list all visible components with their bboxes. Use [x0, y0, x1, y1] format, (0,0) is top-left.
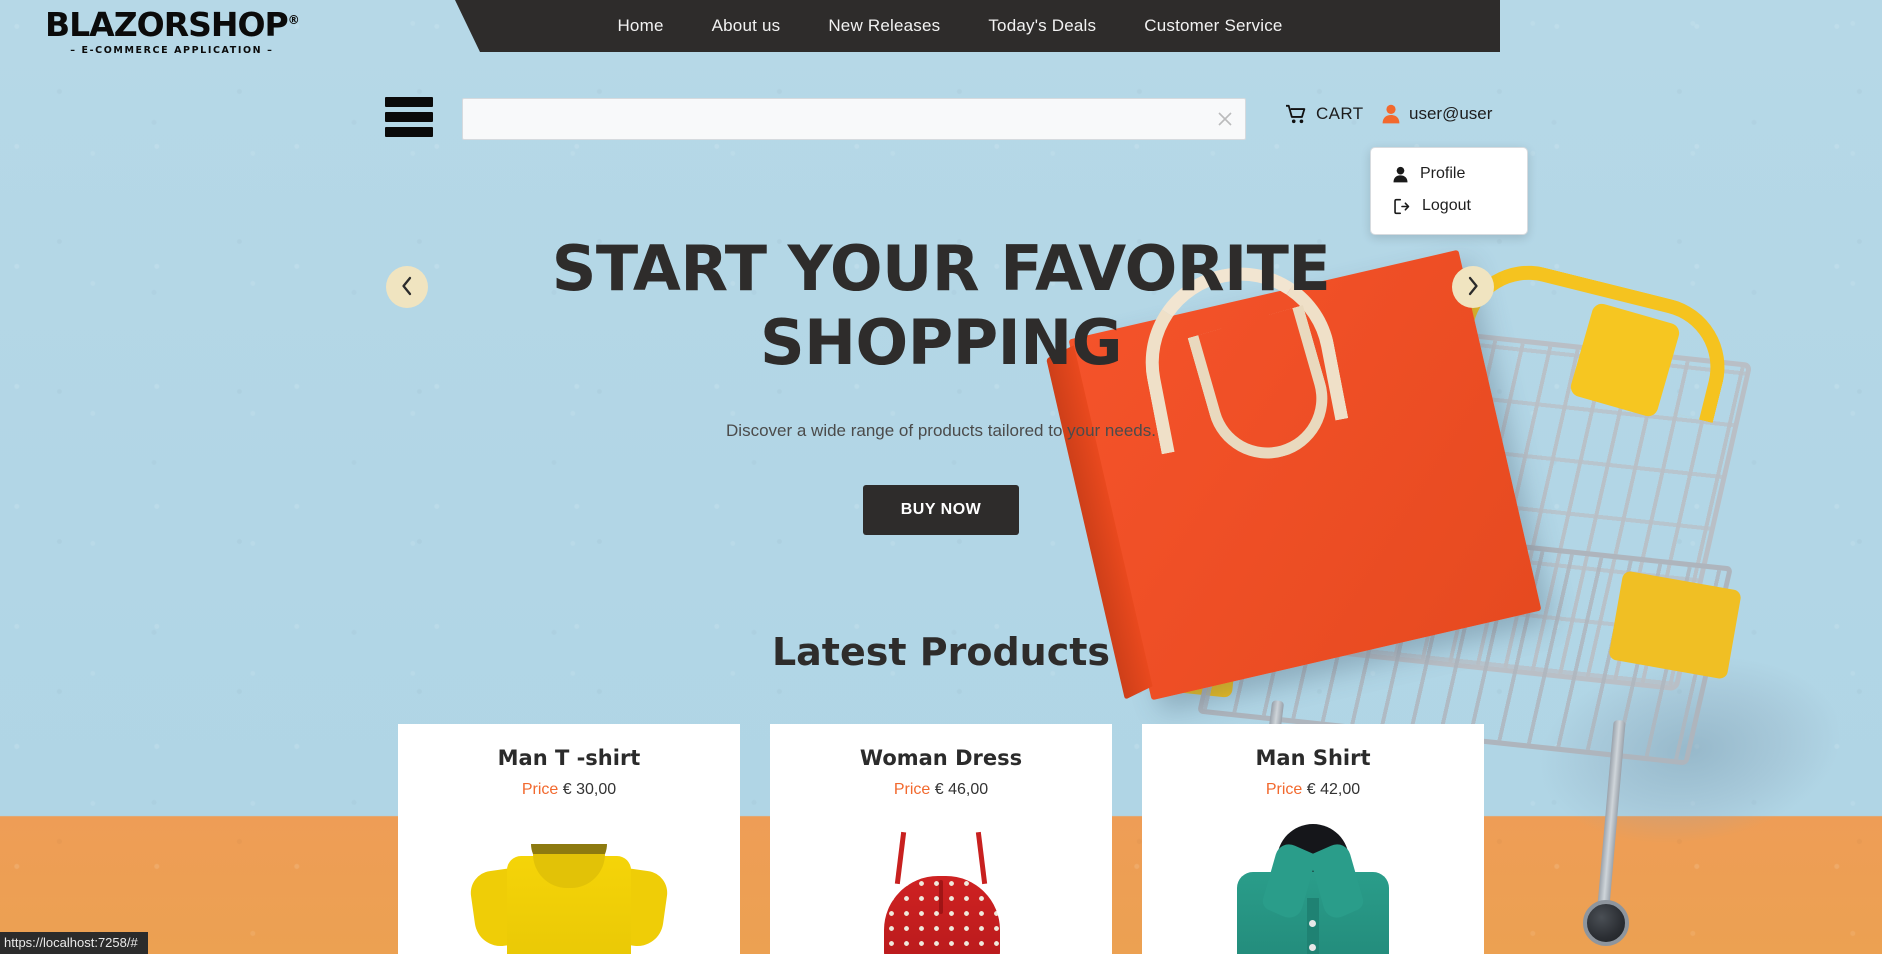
menu-item-profile[interactable]: Profile	[1371, 158, 1527, 190]
nav-links-container: Home About us New Releases Today's Deals…	[617, 16, 1282, 36]
nav-item-new-releases[interactable]: New Releases	[828, 16, 940, 36]
chevron-left-icon	[400, 276, 414, 299]
hamburger-menu-icon[interactable]	[385, 97, 433, 137]
hamburger-bar	[385, 112, 433, 122]
hero-title-line-2: SHOPPING	[760, 306, 1122, 380]
shopping-cart-icon	[1285, 104, 1307, 124]
hamburger-bar	[385, 127, 433, 137]
close-icon[interactable]	[1216, 110, 1234, 128]
hero-subtitle: Discover a wide range of products tailor…	[726, 420, 1156, 440]
search-input[interactable]	[462, 98, 1246, 140]
user-icon	[1382, 104, 1400, 124]
dress-strap-left	[894, 831, 907, 885]
brand-trademark: ®	[287, 13, 300, 27]
user-menu-button[interactable]: user@user	[1382, 104, 1492, 124]
main-navigation-bar: Home About us New Releases Today's Deals…	[455, 0, 1500, 52]
cart-button[interactable]: CART	[1285, 104, 1364, 124]
product-name: Woman Dress	[859, 746, 1023, 770]
product-image-red-dress	[770, 814, 1112, 954]
product-price-label: Price	[1265, 781, 1303, 798]
latest-products-heading: Latest Products	[771, 630, 1111, 674]
user-dropdown-menu: Profile Logout	[1370, 147, 1528, 235]
menu-item-profile-label: Profile	[1420, 165, 1466, 182]
menu-item-logout-label: Logout	[1422, 197, 1471, 214]
hamburger-bar	[385, 97, 433, 107]
product-image-teal-shirt	[1142, 814, 1484, 954]
product-price-value: € 42,00	[1306, 781, 1361, 798]
product-price-label: Price	[521, 781, 559, 798]
product-image-yellow-tshirt	[398, 814, 740, 954]
product-name: Man Shirt	[1255, 746, 1371, 770]
page-root: Home About us New Releases Today's Deals…	[0, 0, 1882, 954]
cart-wheel	[1583, 900, 1629, 946]
sign-out-icon	[1393, 198, 1410, 215]
brand-logo-name: BLAZORSHOP®	[45, 5, 300, 44]
product-card[interactable]: Man T -shirt Price € 30,00	[398, 724, 740, 954]
chevron-right-icon	[1466, 276, 1480, 299]
product-price-label: Price	[893, 781, 931, 798]
dress-strap-right	[975, 831, 988, 885]
product-card[interactable]: Woman Dress Price € 46,00	[770, 724, 1112, 954]
menu-item-logout[interactable]: Logout	[1371, 190, 1527, 222]
shirt-button	[1309, 944, 1316, 951]
shirt-graphic	[1213, 824, 1413, 954]
hero-title: START YOUR FAVORITE SHOPPING	[491, 232, 1391, 381]
brand-logo[interactable]: BLAZORSHOP® – E-COMMERCE APPLICATION –	[45, 5, 300, 56]
hero-section: START YOUR FAVORITE SHOPPING Discover a …	[0, 232, 1882, 535]
dress-center-seam	[939, 880, 943, 914]
browser-status-bar: https://localhost:7258/#	[0, 932, 148, 954]
nav-item-todays-deals[interactable]: Today's Deals	[988, 16, 1096, 36]
nav-item-home[interactable]: Home	[617, 16, 663, 36]
dress-graphic	[846, 831, 1036, 954]
search-container	[462, 98, 1246, 140]
hero-title-line-1: START YOUR FAVORITE	[551, 232, 1331, 305]
brand-tagline: – E-COMMERCE APPLICATION –	[70, 45, 274, 56]
product-price-value: € 46,00	[934, 781, 989, 798]
carousel-prev-button[interactable]	[386, 266, 428, 308]
user-email-label: user@user	[1409, 104, 1493, 123]
product-price: Price € 46,00	[770, 781, 1112, 799]
nav-item-customer-service[interactable]: Customer Service	[1144, 16, 1282, 36]
product-price: Price € 42,00	[1142, 781, 1484, 799]
brand-name-text: BLAZORSHOP	[45, 5, 289, 44]
product-price-value: € 30,00	[562, 781, 617, 798]
nav-item-about-us[interactable]: About us	[712, 16, 781, 36]
product-card[interactable]: Man Shirt Price € 42,00	[1142, 724, 1484, 954]
carousel-next-button[interactable]	[1452, 266, 1494, 308]
tshirt-graphic	[467, 844, 671, 954]
user-icon	[1393, 166, 1408, 183]
cart-label: CART	[1316, 104, 1364, 123]
buy-now-button[interactable]: BUY NOW	[862, 484, 1020, 535]
toolbar-row: CART user@user	[0, 82, 1882, 142]
shirt-button	[1309, 920, 1316, 927]
latest-products-list: Man T -shirt Price € 30,00 Woman Dress P…	[398, 724, 1484, 954]
product-price: Price € 30,00	[398, 781, 740, 799]
product-name: Man T -shirt	[497, 746, 641, 770]
